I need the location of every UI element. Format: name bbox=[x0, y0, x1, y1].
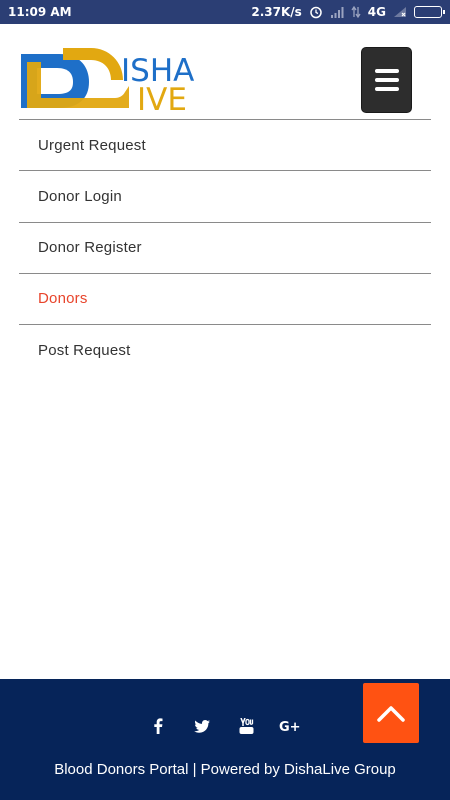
facebook-icon[interactable] bbox=[145, 713, 171, 739]
nav-item-donor-register[interactable]: Donor Register bbox=[19, 221, 431, 273]
svg-text:G+: G+ bbox=[279, 720, 301, 733]
twitter-icon[interactable] bbox=[189, 713, 215, 739]
logo-text-bottom: IVE bbox=[137, 82, 187, 112]
google-plus-icon[interactable]: G+ bbox=[277, 713, 303, 739]
dishalive-logo[interactable]: ISHA IVE bbox=[19, 46, 229, 118]
status-icons: 2.37K/s 4G bbox=[251, 5, 445, 19]
nav-item-urgent-request[interactable]: Urgent Request bbox=[19, 119, 431, 170]
network-type: 4G bbox=[367, 5, 386, 19]
nav-item-label: Urgent Request bbox=[38, 136, 146, 154]
youtube-icon[interactable] bbox=[233, 713, 259, 739]
status-time: 11:09 AM bbox=[8, 5, 72, 19]
menu-toggle-button[interactable] bbox=[361, 47, 412, 113]
nav-item-label: Donor Register bbox=[38, 239, 142, 257]
signal-no-service-icon bbox=[393, 6, 407, 18]
social-links: G+ bbox=[145, 713, 303, 739]
nav-item-donor-login[interactable]: Donor Login bbox=[19, 170, 431, 221]
nav-item-label: Donors bbox=[38, 290, 88, 308]
nav-menu: Urgent Request Donor Login Donor Registe… bbox=[19, 119, 431, 375]
back-to-top-button[interactable] bbox=[363, 683, 419, 743]
nav-item-post-request[interactable]: Post Request bbox=[19, 324, 431, 375]
chevron-up-icon bbox=[377, 706, 405, 722]
nav-item-label: Donor Login bbox=[38, 187, 122, 205]
nav-item-donors[interactable]: Donors bbox=[19, 272, 431, 324]
status-bar: 11:09 AM 2.37K/s 4G bbox=[0, 0, 450, 24]
site-header: ISHA IVE bbox=[0, 24, 450, 120]
signal-icon bbox=[330, 6, 344, 18]
nav-item-label: Post Request bbox=[38, 341, 131, 359]
footer-credit: Blood Donors Portal | Powered by DishaLi… bbox=[54, 761, 396, 778]
battery-icon bbox=[414, 6, 445, 18]
data-arrows-icon bbox=[351, 6, 361, 18]
hamburger-icon bbox=[374, 69, 399, 73]
alarm-icon bbox=[309, 5, 323, 19]
network-speed: 2.37K/s bbox=[251, 5, 302, 19]
